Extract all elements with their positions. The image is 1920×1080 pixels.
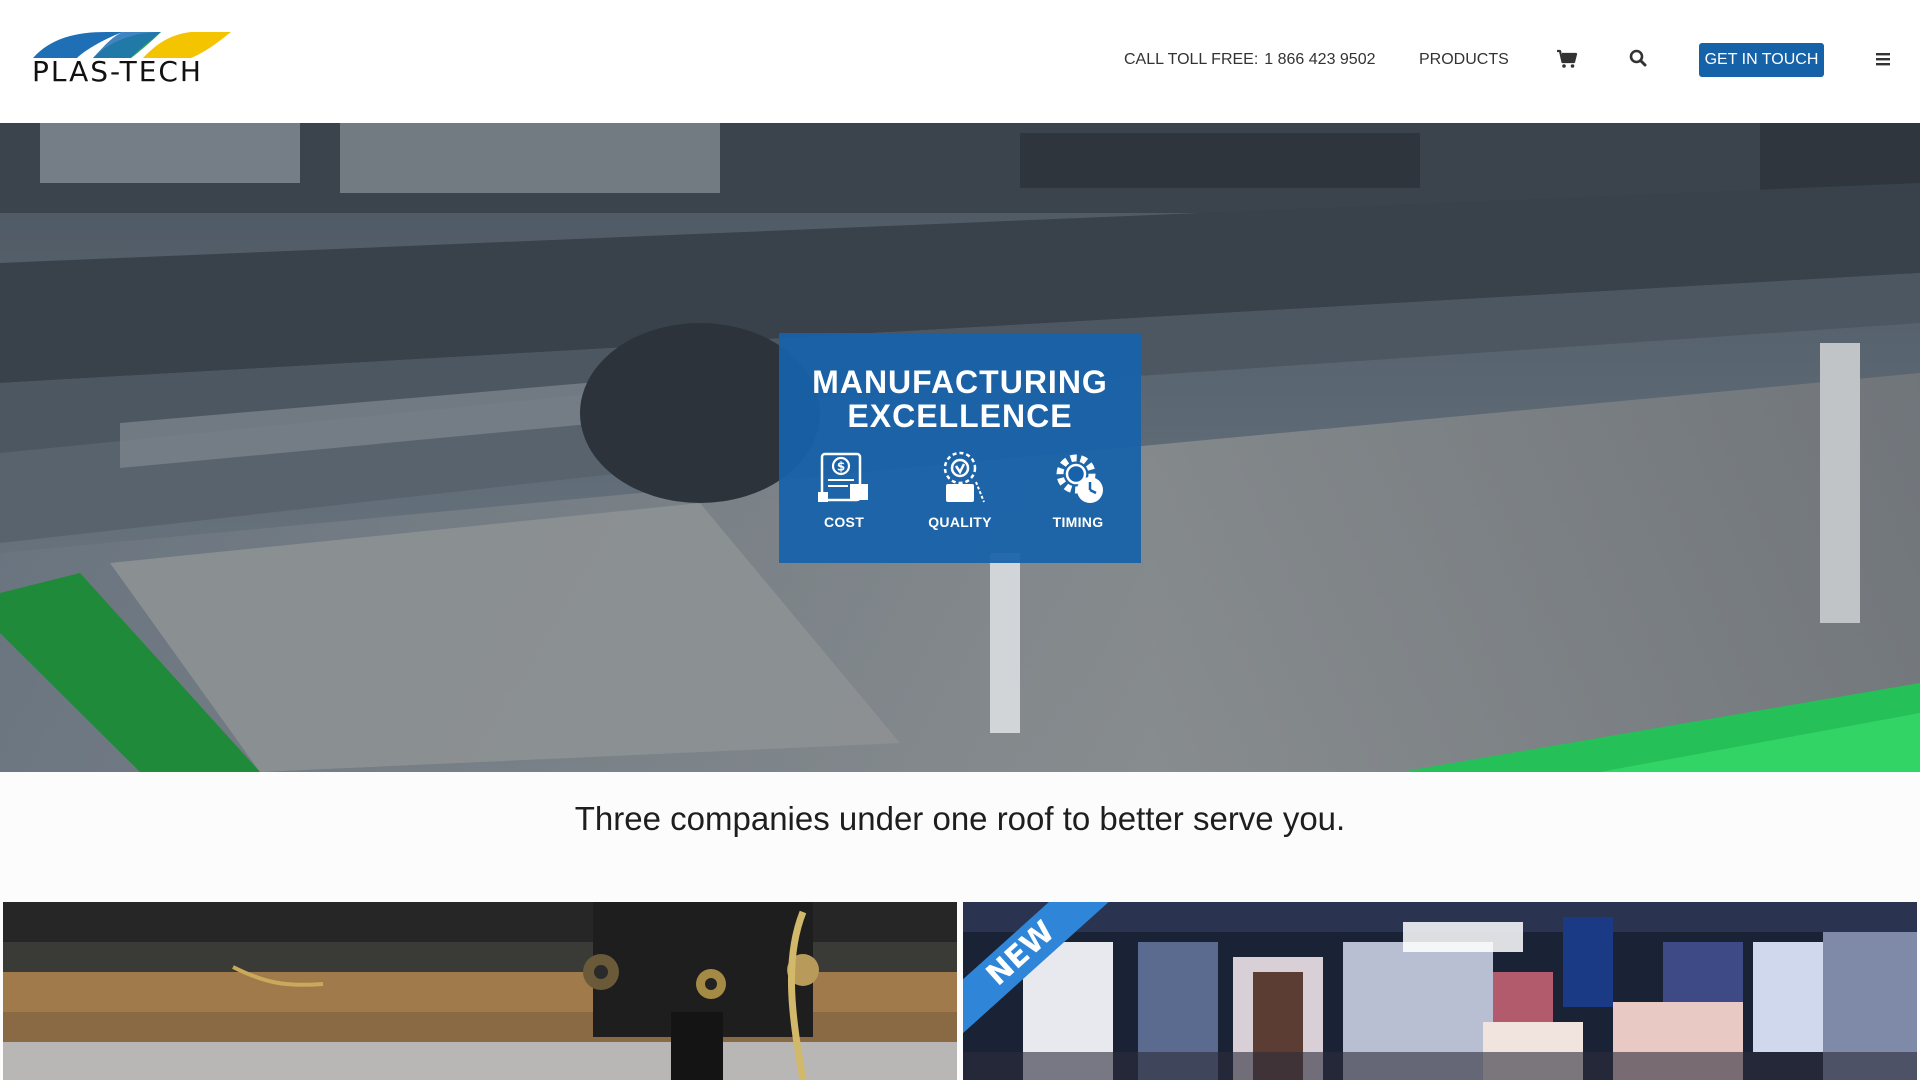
cart-icon[interactable] [1556, 48, 1578, 70]
hero-title: MANUFACTURING EXCELLENCE [779, 365, 1141, 433]
cost-icon: $ [818, 452, 868, 502]
company-card-machining[interactable] [3, 902, 957, 1080]
toll-free-number[interactable]: 1 866 423 9502 [1264, 51, 1375, 69]
feature-timing: TIMING [1023, 448, 1133, 530]
svg-text:$: $ [837, 460, 845, 474]
get-in-touch-button[interactable]: GET IN TOUCH [1699, 43, 1824, 77]
hamburger-menu-icon[interactable] [1874, 50, 1892, 68]
hero-title-line1: MANUFACTURING [812, 364, 1108, 400]
feature-quality-label: QUALITY [928, 514, 992, 530]
manufacturing-excellence-card: MANUFACTURING EXCELLENCE $ COST QUALITY … [779, 333, 1141, 563]
toll-free-label: CALL TOLL FREE: [1124, 51, 1259, 68]
feature-quality: QUALITY [905, 448, 1015, 530]
company-card-retail-displays[interactable]: NEW [963, 902, 1917, 1080]
feature-cost: $ COST [789, 448, 899, 530]
search-icon[interactable] [1628, 48, 1650, 70]
quality-icon [943, 451, 985, 503]
nav-products[interactable]: PRODUCTS [1419, 42, 1509, 78]
retail-store-photo [963, 902, 1917, 1080]
hero-title-line2: EXCELLENCE [847, 398, 1073, 434]
hero-section: MANUFACTURING EXCELLENCE $ COST QUALITY … [0, 123, 1920, 772]
feature-timing-label: TIMING [1052, 514, 1104, 530]
plas-tech-logo[interactable]: PLAS-TECH [31, 30, 233, 88]
tagline: Three companies under one roof to better… [574, 800, 1346, 837]
site-header: PLAS-TECH CALL TOLL FREE: 1 866 423 9502… [0, 0, 1920, 123]
toll-free-phone[interactable]: CALL TOLL FREE: 1 866 423 9502 [1124, 42, 1376, 78]
logo-wordmark: PLAS-TECH [32, 55, 203, 88]
timing-icon [1056, 454, 1103, 503]
feature-cost-label: COST [823, 514, 865, 530]
machining-photo [3, 902, 957, 1080]
